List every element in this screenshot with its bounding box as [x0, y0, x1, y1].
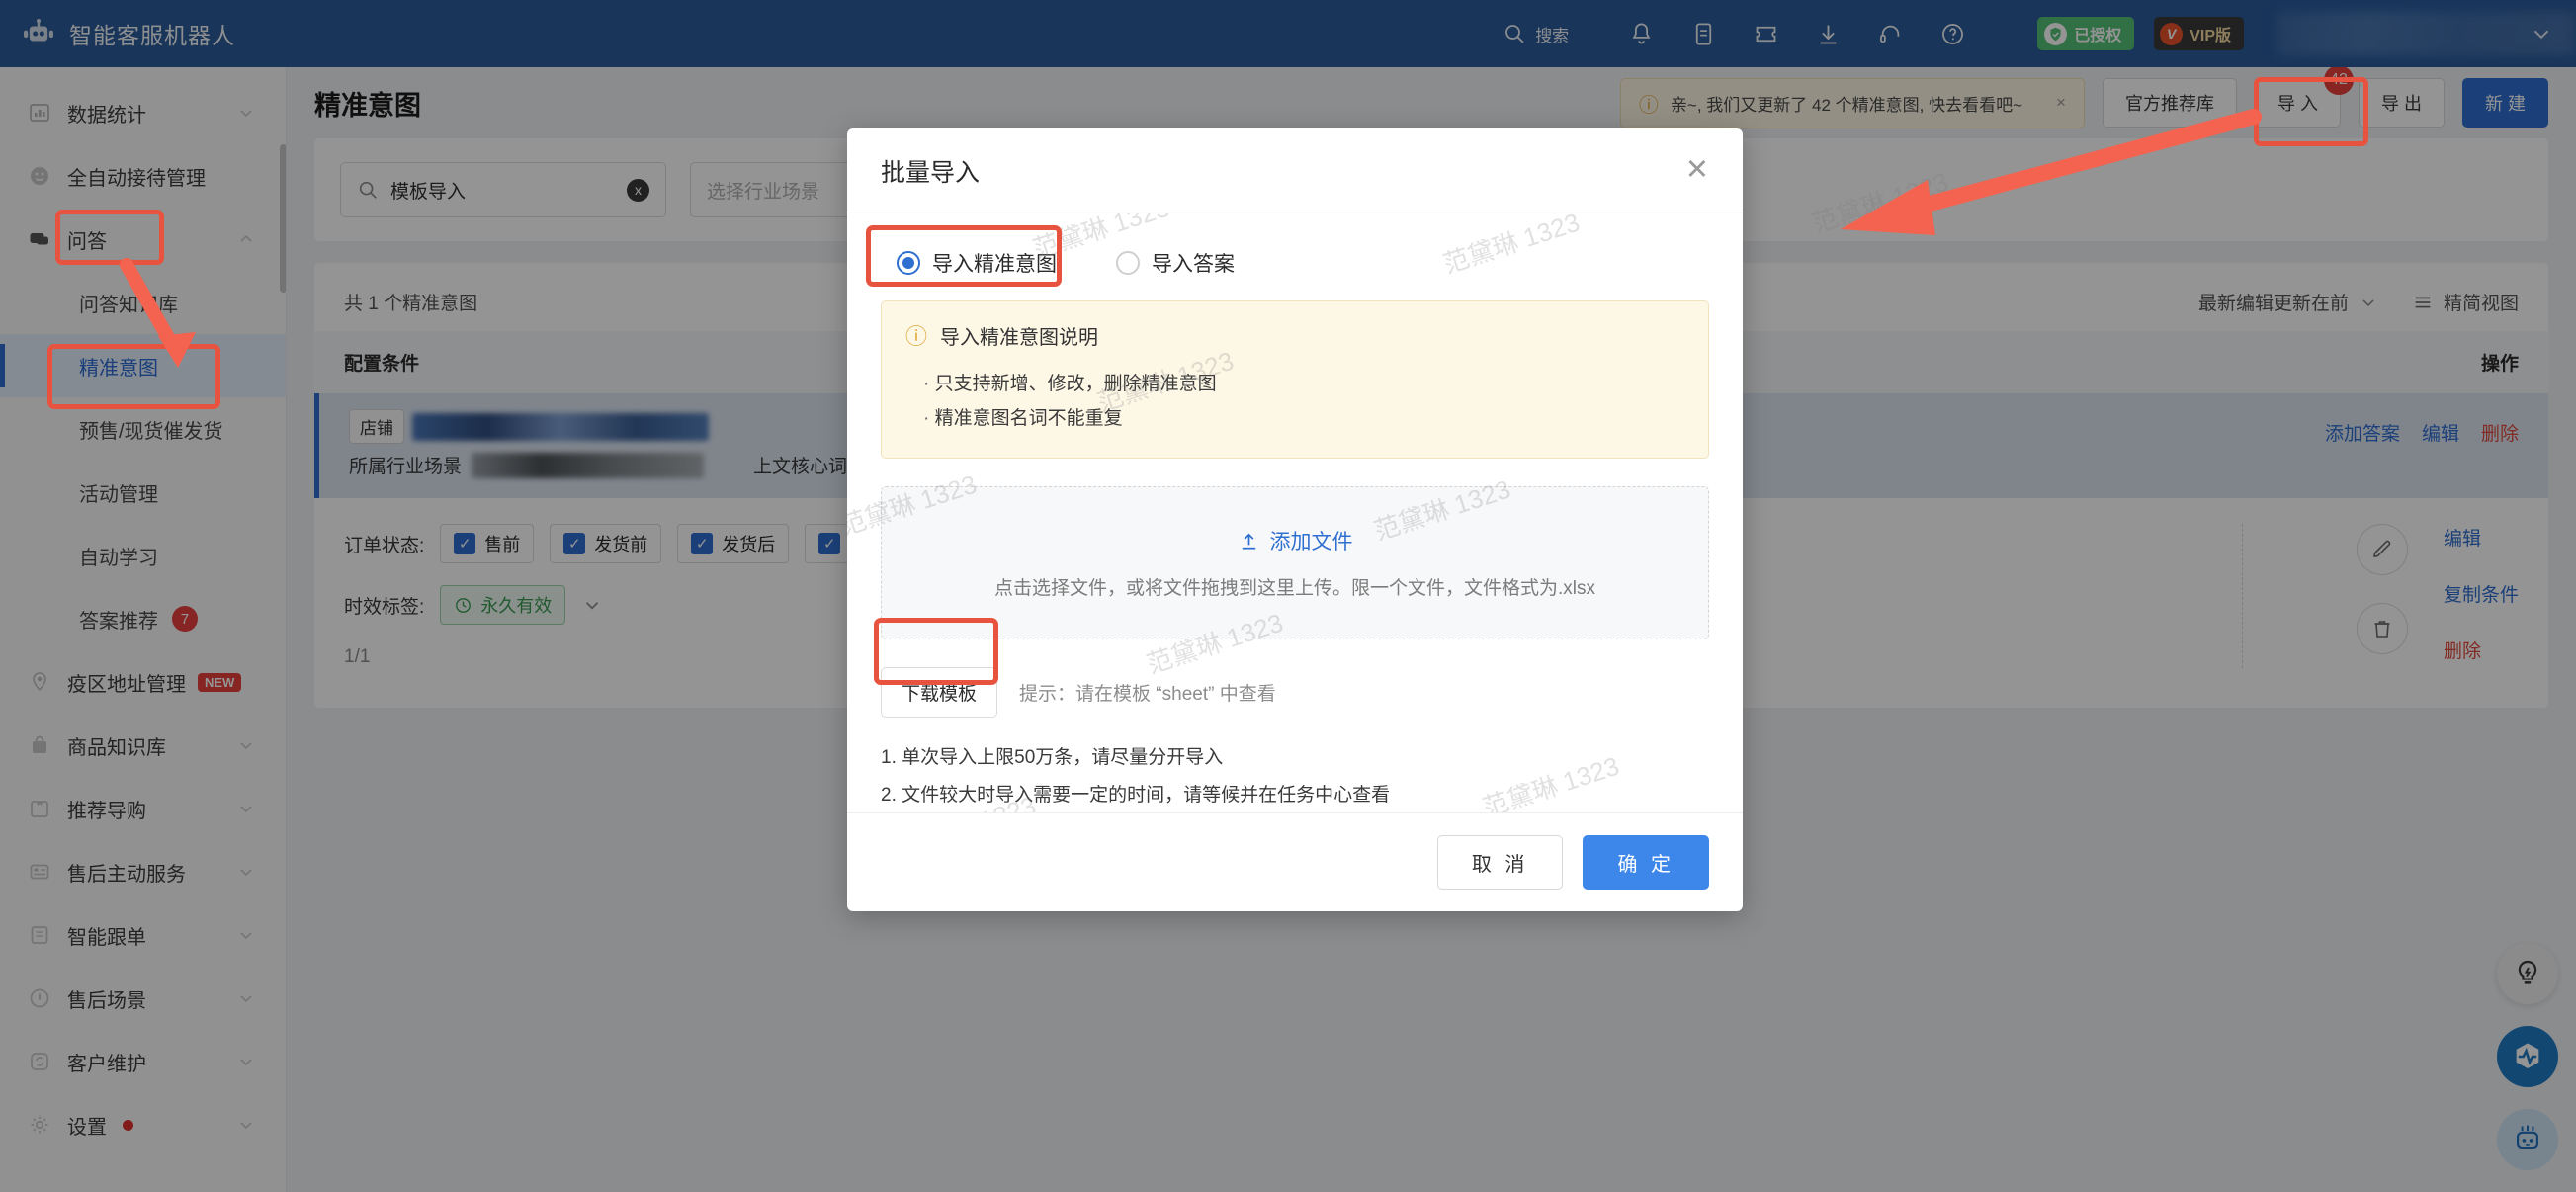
modal-footer: 取 消 确 定: [847, 812, 1743, 911]
note-item: 2. 文件较大时导入需要一定的时间，请等候并在任务中心查看: [881, 785, 1391, 807]
import-notes-list: 1. 单次导入上限50万条，请尽量分开导入 2. 文件较大时导入需要一定的时间，…: [881, 739, 1709, 812]
add-file-action[interactable]: 添加文件: [1238, 526, 1353, 555]
dropzone-hint: 点击选择文件，或将文件拖拽到这里上传。限一个文件，文件格式为.xlsx: [993, 578, 1595, 600]
info-circle-icon: ⓘ: [905, 324, 928, 349]
app-root: 智能客服机器人 搜索 已授权 V VIP版 数据统计 全自动接待管理 问答 问答…: [0, 0, 2576, 1192]
modal-header: 批量导入 ✕: [847, 128, 1743, 213]
template-hint: 提示：请在模板 “sheet” 中查看: [1019, 684, 1276, 706]
template-row: 下载模板 提示：请在模板 “sheet” 中查看: [881, 667, 1709, 719]
radio-label: 导入答案: [1152, 253, 1235, 276]
add-file-label: 添加文件: [1269, 531, 1353, 554]
instructions-item: 只支持新增、修改，删除精准意图: [923, 367, 1684, 401]
instructions-heading-row: ⓘ 导入精准意图说明: [905, 319, 1684, 351]
instructions-list: 只支持新增、修改，删除精准意图 精准意图名词不能重复: [905, 367, 1684, 436]
modal-body: 范黛琳 1323 范黛琳 1323 范黛琳 1323 范黛琳 1323 范黛琳 …: [847, 213, 1743, 812]
close-icon[interactable]: ✕: [1685, 156, 1709, 185]
note-item: 1. 单次导入上限50万条，请尽量分开导入: [881, 747, 1224, 769]
radio-label: 导入精准意图: [932, 253, 1057, 276]
instructions-item: 精准意图名词不能重复: [923, 401, 1684, 436]
import-instructions-box: ⓘ 导入精准意图说明 只支持新增、修改，删除精准意图 精准意图名词不能重复: [881, 300, 1709, 460]
import-type-radio-group: 导入精准意图 导入答案: [881, 239, 1709, 287]
modal-title: 批量导入: [881, 158, 981, 187]
instructions-heading: 导入精准意图说明: [940, 326, 1099, 349]
radio-import-intent[interactable]: 导入精准意图: [881, 239, 1073, 287]
radio-import-answer[interactable]: 导入答案: [1116, 248, 1235, 278]
file-dropzone[interactable]: 添加文件 点击选择文件，或将文件拖拽到这里上传。限一个文件，文件格式为.xlsx: [881, 486, 1709, 640]
confirm-button[interactable]: 确 定: [1583, 835, 1709, 890]
batch-import-modal: 批量导入 ✕ 范黛琳 1323 范黛琳 1323 范黛琳 1323 范黛琳 13…: [847, 128, 1743, 911]
download-template-button[interactable]: 下载模板: [881, 667, 998, 719]
cancel-button[interactable]: 取 消: [1436, 835, 1564, 890]
upload-icon: [1242, 533, 1255, 550]
radio-unselected-icon: [1116, 251, 1140, 275]
radio-selected-icon: [897, 251, 920, 275]
